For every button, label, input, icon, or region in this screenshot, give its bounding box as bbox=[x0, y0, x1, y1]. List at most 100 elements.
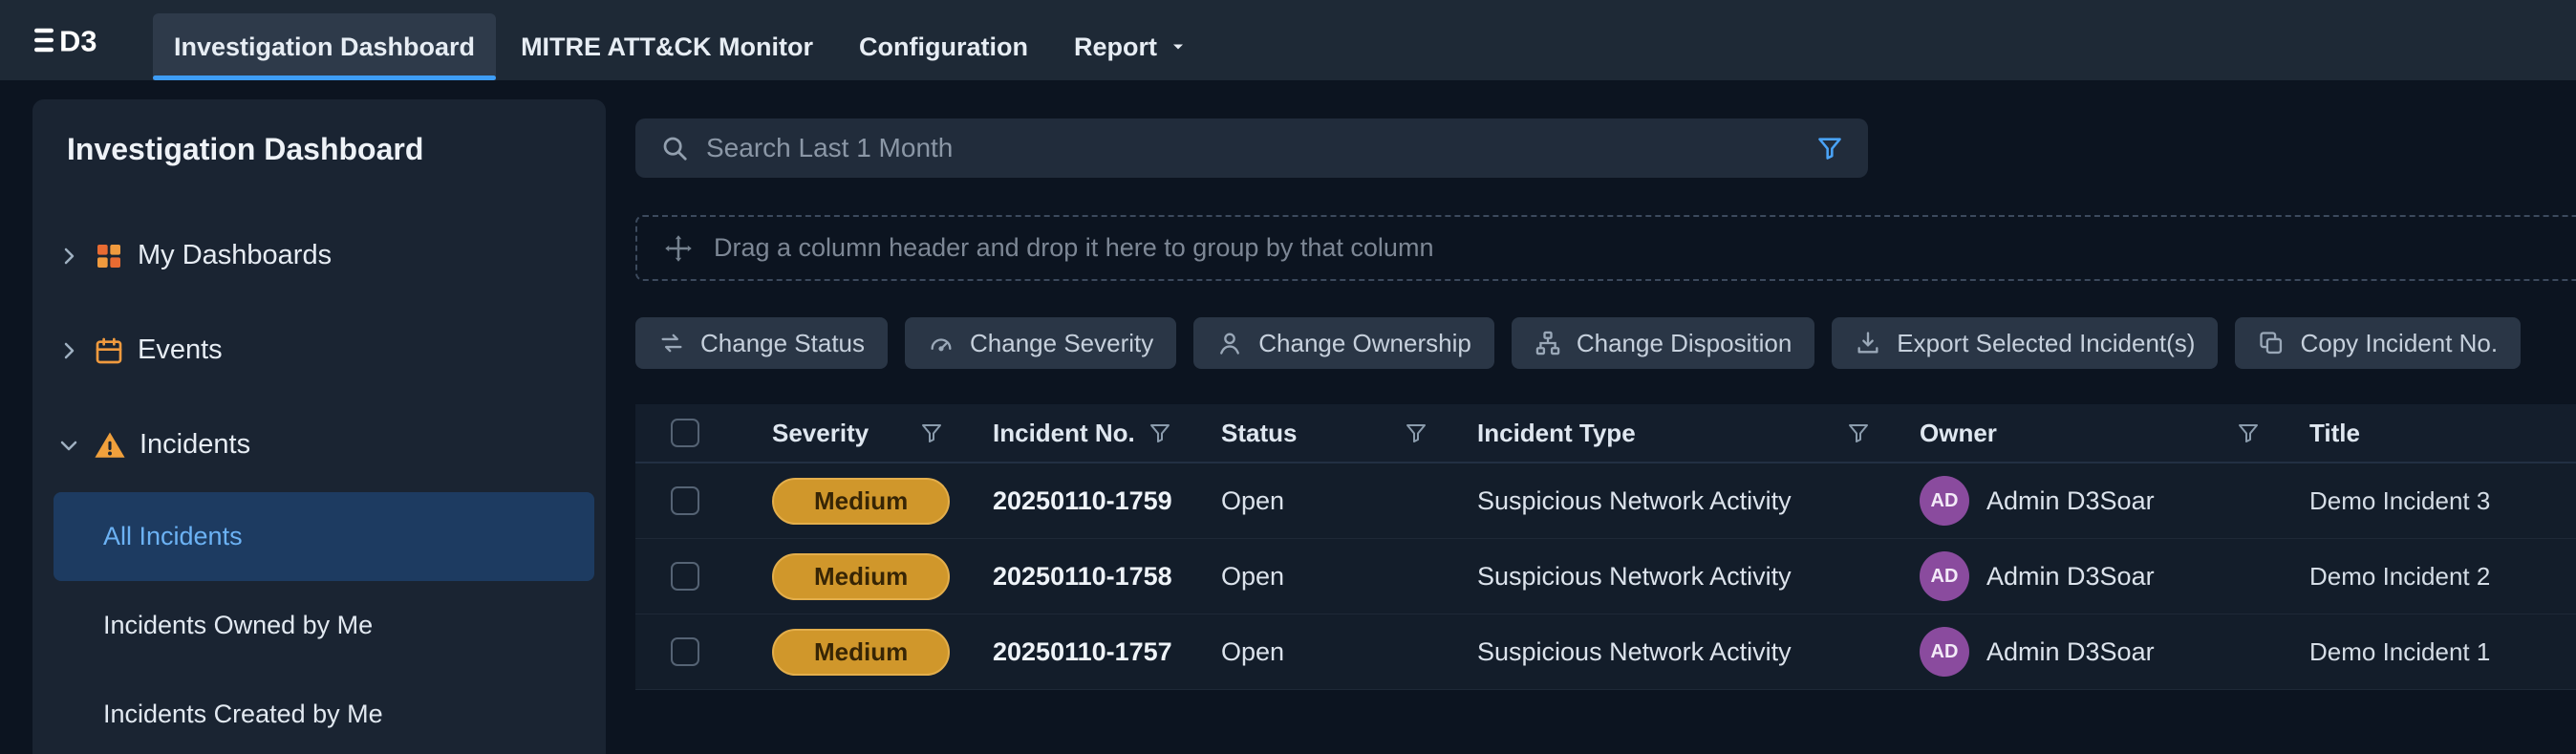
severity-cell: Medium bbox=[734, 553, 955, 600]
export-selected-incidents-button[interactable]: Export Selected Incident(s) bbox=[1832, 317, 2218, 369]
sidebar-item-label: My Dashboards bbox=[138, 240, 332, 271]
row-checkbox[interactable] bbox=[671, 486, 699, 515]
change-status-icon bbox=[658, 330, 685, 356]
svg-text:D3: D3 bbox=[59, 25, 97, 58]
title-cell: Demo Incident 1 bbox=[2271, 637, 2576, 667]
status-cell: Open bbox=[1183, 637, 1439, 667]
copy-icon bbox=[2258, 330, 2285, 356]
severity-badge: Medium bbox=[772, 629, 950, 676]
d3-logo: D3 bbox=[34, 0, 130, 80]
tab-mitre-attck-monitor[interactable]: MITRE ATT&CK Monitor bbox=[500, 13, 834, 80]
button-label: Export Selected Incident(s) bbox=[1897, 329, 2195, 358]
sidebar-item-incidents[interactable]: Incidents bbox=[32, 398, 606, 492]
group-by-drop-zone[interactable]: Drag a column header and drop it here to… bbox=[635, 215, 2576, 281]
table-row[interactable]: Medium 20250110-1758 Open Suspicious Net… bbox=[635, 539, 2576, 614]
incident-type-cell: Suspicious Network Activity bbox=[1439, 486, 1881, 516]
copy-incident-no-button[interactable]: Copy Incident No. bbox=[2235, 317, 2521, 369]
sidebar-item-events[interactable]: Events bbox=[32, 303, 606, 398]
change-disposition-icon bbox=[1535, 330, 1561, 356]
search-icon bbox=[660, 134, 689, 162]
change-ownership-button[interactable]: Change Ownership bbox=[1193, 317, 1494, 369]
column-header-incident-no[interactable]: Incident No. bbox=[955, 404, 1183, 462]
status-filter-icon[interactable] bbox=[1405, 421, 1428, 444]
incident-type-cell: Suspicious Network Activity bbox=[1439, 637, 1881, 667]
tab-label: Configuration bbox=[859, 32, 1028, 62]
search-input[interactable] bbox=[706, 133, 1799, 163]
tab-label: Report bbox=[1074, 32, 1157, 62]
column-label: Incident Type bbox=[1477, 419, 1636, 448]
column-label: Incident No. bbox=[993, 419, 1135, 448]
column-header-title[interactable]: Title bbox=[2271, 404, 2576, 462]
chevron-down-icon bbox=[57, 434, 80, 457]
owner-cell: AD Admin D3Soar bbox=[1881, 476, 2271, 526]
incident-no-cell[interactable]: 20250110-1759 bbox=[955, 486, 1183, 516]
change-disposition-button[interactable]: Change Disposition bbox=[1512, 317, 1814, 369]
change-status-button[interactable]: Change Status bbox=[635, 317, 888, 369]
button-label: Change Disposition bbox=[1577, 329, 1792, 358]
column-label: Title bbox=[2309, 419, 2360, 448]
select-all-checkbox[interactable] bbox=[671, 419, 699, 447]
incidents-table: Severity Incident No. Status Incident Ty… bbox=[635, 404, 2576, 754]
column-header-owner[interactable]: Owner bbox=[1881, 404, 2271, 462]
owner-filter-icon[interactable] bbox=[2237, 421, 2260, 444]
tab-investigation-dashboard[interactable]: Investigation Dashboard bbox=[153, 13, 496, 80]
change-severity-button[interactable]: Change Severity bbox=[905, 317, 1176, 369]
calendar-icon bbox=[94, 335, 124, 366]
tab-report[interactable]: Report bbox=[1053, 13, 1209, 80]
row-checkbox-cell bbox=[635, 637, 734, 666]
table-row[interactable]: Medium 20250110-1757 Open Suspicious Net… bbox=[635, 614, 2576, 690]
nav-tabs: Investigation Dashboard MITRE ATT&CK Mon… bbox=[153, 0, 1209, 80]
chevron-right-icon bbox=[57, 339, 80, 362]
button-label: Change Ownership bbox=[1258, 329, 1471, 358]
sidebar-subitem-all-incidents[interactable]: All Incidents bbox=[54, 492, 594, 581]
row-checkbox[interactable] bbox=[671, 637, 699, 666]
column-header-status[interactable]: Status bbox=[1183, 404, 1439, 462]
incident-type-cell: Suspicious Network Activity bbox=[1439, 562, 1881, 592]
tab-configuration[interactable]: Configuration bbox=[838, 13, 1049, 80]
owner-name: Admin D3Soar bbox=[1986, 562, 2155, 592]
header-checkbox-cell bbox=[635, 419, 734, 447]
column-header-incident-type[interactable]: Incident Type bbox=[1439, 404, 1881, 462]
sidebar-item-label: Events bbox=[138, 334, 223, 366]
sidebar-subitem-incidents-created-by-me[interactable]: Incidents Created by Me bbox=[32, 670, 606, 754]
severity-cell: Medium bbox=[734, 629, 955, 676]
sidebar-subitem-incidents-owned-by-me[interactable]: Incidents Owned by Me bbox=[32, 581, 606, 670]
row-checkbox-cell bbox=[635, 486, 734, 515]
row-checkbox[interactable] bbox=[671, 562, 699, 591]
avatar: AD bbox=[1920, 476, 1969, 526]
incident-no-cell[interactable]: 20250110-1757 bbox=[955, 637, 1183, 667]
owner-cell: AD Admin D3Soar bbox=[1881, 551, 2271, 601]
sidebar-subitem-label: Incidents Owned by Me bbox=[103, 611, 373, 640]
column-label: Severity bbox=[772, 419, 869, 448]
owner-cell: AD Admin D3Soar bbox=[1881, 627, 2271, 677]
search-filter-icon[interactable] bbox=[1816, 135, 1843, 162]
title-cell: Demo Incident 3 bbox=[2271, 486, 2576, 516]
sidebar-tree: My Dashboards Events bbox=[32, 208, 606, 754]
incident-no-filter-icon[interactable] bbox=[1148, 421, 1171, 444]
search-bar bbox=[635, 118, 1868, 178]
sidebar-subitem-label: Incidents Created by Me bbox=[103, 700, 383, 729]
change-ownership-icon bbox=[1216, 330, 1243, 356]
severity-filter-icon[interactable] bbox=[920, 421, 943, 444]
status-cell: Open bbox=[1183, 562, 1439, 592]
severity-badge: Medium bbox=[772, 553, 950, 600]
column-header-severity[interactable]: Severity bbox=[734, 404, 955, 462]
avatar: AD bbox=[1920, 551, 1969, 601]
severity-cell: Medium bbox=[734, 478, 955, 525]
severity-badge: Medium bbox=[772, 478, 950, 525]
incident-type-filter-icon[interactable] bbox=[1847, 421, 1870, 444]
sidebar-item-label: Incidents bbox=[140, 429, 250, 461]
warning-triangle-icon bbox=[94, 429, 126, 462]
table-row[interactable]: Medium 20250110-1759 Open Suspicious Net… bbox=[635, 463, 2576, 539]
button-label: Change Status bbox=[700, 329, 865, 358]
change-severity-icon bbox=[928, 330, 955, 356]
d3-soar-app: D3 Investigation Dashboard MITRE ATT&CK … bbox=[0, 0, 2576, 754]
avatar: AD bbox=[1920, 627, 1969, 677]
owner-name: Admin D3Soar bbox=[1986, 637, 2155, 667]
status-cell: Open bbox=[1183, 486, 1439, 516]
button-label: Copy Incident No. bbox=[2300, 329, 2498, 358]
sidebar-item-my-dashboards[interactable]: My Dashboards bbox=[32, 208, 606, 303]
incident-no-cell[interactable]: 20250110-1758 bbox=[955, 562, 1183, 592]
move-icon bbox=[664, 234, 693, 263]
chevron-right-icon bbox=[57, 245, 80, 268]
